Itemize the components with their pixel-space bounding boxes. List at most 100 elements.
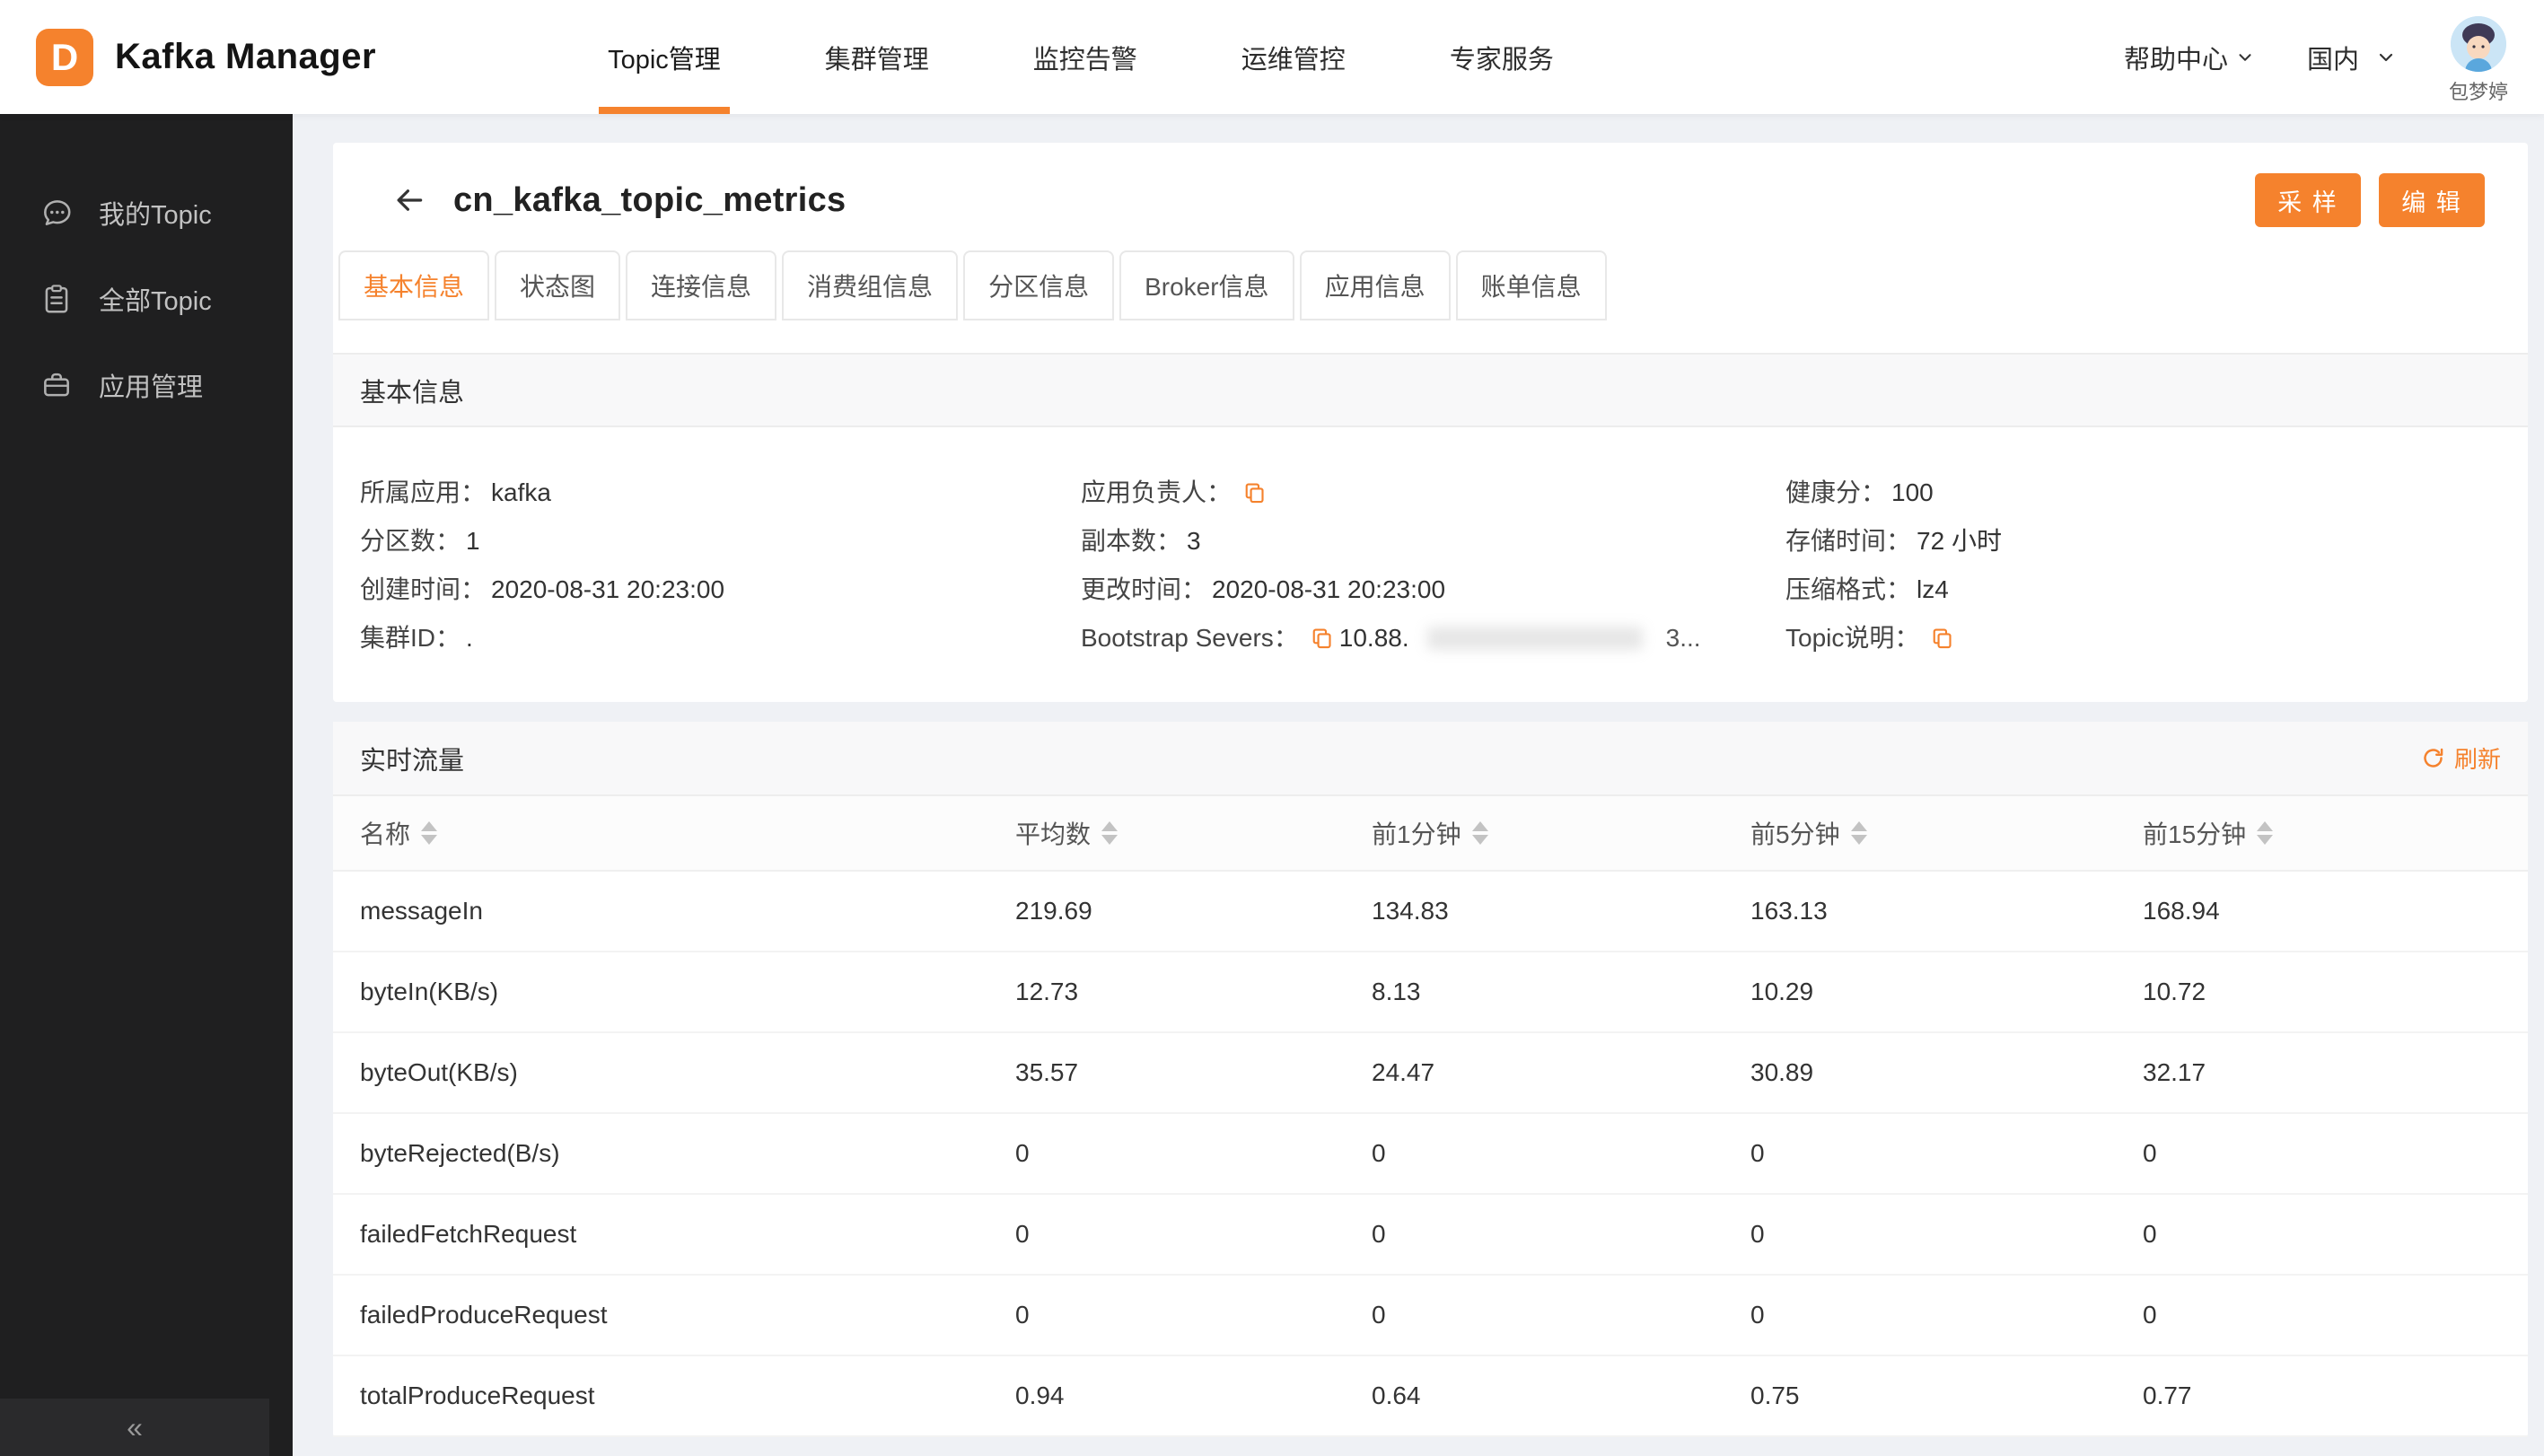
navbar-right: 帮助中心 国内 包梦婷 bbox=[2124, 9, 2508, 105]
field-topic-description: Topic说明： bbox=[1785, 623, 2501, 653]
field-cluster-id: 集群ID： . bbox=[360, 624, 473, 652]
sidebar-item-my-topic[interactable]: 我的Topic bbox=[0, 170, 293, 256]
redacted-text bbox=[1426, 627, 1643, 650]
metric-value-cell: 168.94 bbox=[2143, 897, 2220, 925]
help-center-label: 帮助中心 bbox=[2123, 45, 2228, 75]
metric-value-cell: 30.89 bbox=[1750, 1058, 1814, 1086]
chevron-down-icon bbox=[2239, 53, 2251, 61]
avatar bbox=[2450, 16, 2506, 72]
nav-expert-service[interactable]: 专家服务 bbox=[1398, 0, 1606, 114]
page-header: cn_kafka_topic_metrics 采 样 编 辑 bbox=[333, 143, 2528, 227]
sort-icon[interactable] bbox=[421, 821, 438, 845]
tab-consumer-group-info[interactable]: 消费组信息 bbox=[782, 250, 959, 320]
sort-icon[interactable] bbox=[1471, 821, 1488, 845]
top-navbar: D Kafka Manager Topic管理 集群管理 监控告警 运维管控 专… bbox=[0, 0, 2544, 114]
help-center-link[interactable]: 帮助中心 bbox=[2124, 39, 2255, 76]
sidebar-item-label: 应用管理 bbox=[99, 373, 204, 402]
metric-value-cell: 0 bbox=[1372, 1139, 1386, 1167]
sidebar-collapse-button[interactable]: « bbox=[0, 1399, 269, 1456]
chat-bubble-icon bbox=[44, 200, 71, 225]
table-row: totalProduceRequest 0.94 0.64 0.75 0.77 bbox=[333, 1356, 2528, 1437]
brand-title: Kafka Manager bbox=[115, 37, 377, 76]
topic-detail-card: cn_kafka_topic_metrics 采 样 编 辑 基本信息 状态图 … bbox=[333, 143, 2528, 702]
field-owner-app: 所属应用： kafka bbox=[360, 478, 551, 506]
metric-value-cell: 0 bbox=[2143, 1139, 2157, 1167]
tab-bill-info[interactable]: 账单信息 bbox=[1455, 250, 1607, 320]
app-logo-icon: D bbox=[36, 28, 93, 86]
metric-value-cell: 0.94 bbox=[1015, 1381, 1065, 1409]
metric-value-cell: 10.72 bbox=[2143, 978, 2206, 1005]
metric-name-cell: byteOut(KB/s) bbox=[360, 1058, 518, 1086]
refresh-icon bbox=[2424, 748, 2443, 767]
metric-value-cell: 0 bbox=[1750, 1139, 1765, 1167]
field-retention: 存储时间： 72 小时 bbox=[1785, 527, 2002, 555]
column-header-last-1min: 前1分钟 bbox=[1372, 815, 1750, 851]
metric-value-cell: 0.64 bbox=[1372, 1381, 1421, 1409]
owner-copy-icon[interactable] bbox=[1242, 481, 1267, 505]
sort-icon[interactable] bbox=[1101, 821, 1118, 845]
nav-topic-management[interactable]: Topic管理 bbox=[556, 0, 773, 114]
table-row: byteRejected(B/s) 0 0 0 0 bbox=[333, 1114, 2528, 1195]
field-bootstrap-servers: Bootstrap Severs： 10.88. 3... bbox=[1081, 624, 1701, 652]
metric-value-cell: 8.13 bbox=[1372, 978, 1421, 1005]
sidebar: 我的Topic 全部Topic 应用管理 « bbox=[0, 114, 293, 1456]
tab-basic-info[interactable]: 基本信息 bbox=[338, 250, 490, 320]
metric-value-cell: 0 bbox=[1015, 1301, 1030, 1329]
refresh-button[interactable]: 刷新 bbox=[2421, 741, 2501, 775]
tab-status-chart[interactable]: 状态图 bbox=[495, 250, 621, 320]
metric-value-cell: 0.77 bbox=[2143, 1381, 2192, 1409]
back-button[interactable] bbox=[392, 183, 426, 217]
metric-name-cell: failedProduceRequest bbox=[360, 1301, 608, 1329]
detail-tabs: 基本信息 状态图 连接信息 消费组信息 分区信息 Broker信息 应用信息 账… bbox=[333, 227, 2528, 320]
edit-button[interactable]: 编 辑 bbox=[2379, 173, 2485, 227]
nav-cluster-management[interactable]: 集群管理 bbox=[773, 0, 981, 114]
realtime-flow-card: 实时流量 刷新 名称 平均数 前1分钟 前5分钟 前15分钟 messageIn… bbox=[333, 722, 2528, 1437]
basic-info-section-header: 基本信息 bbox=[333, 353, 2528, 427]
metric-value-cell: 0 bbox=[1372, 1301, 1386, 1329]
sidebar-item-app-management[interactable]: 应用管理 bbox=[0, 342, 293, 428]
field-create-time: 创建时间： 2020-08-31 20:23:00 bbox=[360, 575, 725, 603]
tab-connection-info[interactable]: 连接信息 bbox=[626, 250, 777, 320]
realtime-section-title: 实时流量 bbox=[360, 746, 465, 776]
tab-partition-info[interactable]: 分区信息 bbox=[963, 250, 1115, 320]
region-select[interactable]: 国内 bbox=[2307, 39, 2397, 76]
toolbox-icon bbox=[44, 373, 69, 397]
field-health-score: 健康分： 100 bbox=[1785, 478, 1934, 506]
nav-ops-control[interactable]: 运维管控 bbox=[1189, 0, 1398, 114]
sort-icon[interactable] bbox=[1850, 821, 1867, 845]
metric-value-cell: 0 bbox=[1750, 1220, 1765, 1248]
metric-value-cell: 35.57 bbox=[1015, 1058, 1079, 1086]
header-actions: 采 样 编 辑 bbox=[2255, 173, 2485, 227]
basic-info-grid: 所属应用： kafka 应用负责人： 健康分： 100 分区数： 1 副本数： … bbox=[333, 427, 2528, 702]
sort-icon[interactable] bbox=[2257, 821, 2274, 845]
topic-desc-copy-icon[interactable] bbox=[1930, 627, 1954, 651]
metric-value-cell: 0.75 bbox=[1750, 1381, 1800, 1409]
basic-info-section-title: 基本信息 bbox=[360, 378, 465, 408]
table-header-row: 名称 平均数 前1分钟 前5分钟 前15分钟 bbox=[333, 796, 2528, 872]
sample-button[interactable]: 采 样 bbox=[2255, 173, 2361, 227]
nav-monitor-alert[interactable]: 监控告警 bbox=[981, 0, 1189, 114]
user-menu[interactable]: 包梦婷 bbox=[2449, 16, 2508, 105]
realtime-section-header: 实时流量 刷新 bbox=[333, 722, 2528, 796]
tab-broker-info[interactable]: Broker信息 bbox=[1119, 250, 1294, 320]
table-row: failedProduceRequest 0 0 0 0 bbox=[333, 1276, 2528, 1356]
metric-value-cell: 134.83 bbox=[1372, 897, 1449, 925]
column-header-average: 平均数 bbox=[1015, 815, 1372, 851]
metric-name-cell: byteIn(KB/s) bbox=[360, 978, 499, 1005]
sidebar-item-all-topic[interactable]: 全部Topic bbox=[0, 256, 293, 342]
tab-app-info[interactable]: 应用信息 bbox=[1299, 250, 1451, 320]
refresh-label: 刷新 bbox=[2453, 746, 2501, 773]
metric-value-cell: 0 bbox=[2143, 1220, 2157, 1248]
table-row: byteIn(KB/s) 12.73 8.13 10.29 10.72 bbox=[333, 952, 2528, 1033]
page-title: cn_kafka_topic_metrics bbox=[453, 180, 847, 219]
arrow-left-icon bbox=[397, 189, 423, 211]
main-content: cn_kafka_topic_metrics 采 样 编 辑 基本信息 状态图 … bbox=[293, 114, 2544, 1456]
metric-name-cell: totalProduceRequest bbox=[360, 1381, 595, 1409]
metric-value-cell: 163.13 bbox=[1750, 897, 1828, 925]
bootstrap-copy-icon[interactable] bbox=[1310, 627, 1334, 651]
metric-value-cell: 32.17 bbox=[2143, 1058, 2206, 1086]
sidebar-item-label: 全部Topic bbox=[99, 287, 212, 316]
metric-name-cell: byteRejected(B/s) bbox=[360, 1139, 560, 1167]
top-menu: Topic管理 集群管理 监控告警 运维管控 专家服务 bbox=[556, 0, 1606, 114]
region-label: 国内 bbox=[2306, 45, 2359, 75]
